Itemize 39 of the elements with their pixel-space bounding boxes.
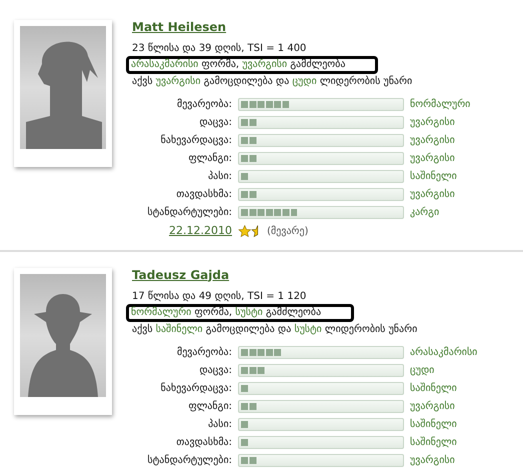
skill-rating: უვარგისი: [410, 400, 456, 414]
skill-rating: კარგი: [410, 206, 440, 220]
experience-text: აქვს უვარგისი გამოცდილება და ცუდი ლიდერობის უნარი: [132, 75, 412, 89]
skill-rating: უვარგისი: [410, 454, 456, 468]
skill-label: ფლანგი:: [187, 152, 232, 166]
skill-rating: საშინელი: [410, 418, 458, 432]
skill-rating: ნორმალური: [410, 98, 470, 112]
skill-label: დაცვა:: [198, 364, 232, 378]
skill-label: ფლანგი:: [187, 400, 232, 414]
stars-icon: [238, 224, 259, 238]
skill-label: სტანდარტულები:: [146, 454, 232, 468]
skill-rating: უვარგისი: [410, 188, 456, 202]
skill-rating: არასაკმარისი: [410, 346, 478, 360]
skill-rating: საშინელი: [410, 170, 458, 184]
position-text: (მევარე): [267, 224, 308, 239]
form-text: ნორმალური ფორმა, სუსტი გამძლეობა: [126, 304, 354, 322]
date-link[interactable]: 22.12.2010: [132, 223, 232, 240]
skill-rating: საშინელი: [410, 382, 458, 396]
skill-label: დაცვა:: [198, 116, 232, 130]
player-name-link[interactable]: Tadeusz Gajda: [132, 266, 230, 284]
skill-label: პასი:: [207, 418, 232, 432]
skill-rating: საშინელი: [410, 436, 458, 450]
experience-text: აქვს საშინელი გამოცდილება და სუსტი ლიდერობის უნარი: [132, 322, 418, 336]
skill-label: თავდასხმა:: [175, 436, 232, 450]
skill-label: მევარეობა:: [176, 98, 232, 112]
skill-label: ნახევარდაცვა:: [160, 382, 232, 396]
skill-label: თავდასხმა:: [175, 188, 232, 202]
skill-rating: ცუდი: [410, 364, 436, 378]
skill-rating: უვარგისი: [410, 134, 456, 148]
age-text: 23 წლისა და 39 დღის, TSI = 1 400: [132, 42, 306, 56]
age-text: 17 წლისა და 49 დღის, TSI = 1 120: [132, 290, 306, 304]
form-text: არასაკმარისი ფორმა, უვარგისი გამძლეობა: [126, 56, 378, 74]
skill-label: სტანდარტულები:: [146, 206, 232, 220]
skill-rating: უვარგისი: [410, 116, 456, 130]
skill-rating: უვარგისი: [410, 152, 456, 166]
skill-label: ნახევარდაცვა:: [160, 134, 232, 148]
player-name-link[interactable]: Matt Heilesen: [132, 18, 226, 36]
skill-label: პასი:: [207, 170, 232, 184]
skill-label: მევარეობა:: [176, 346, 232, 360]
